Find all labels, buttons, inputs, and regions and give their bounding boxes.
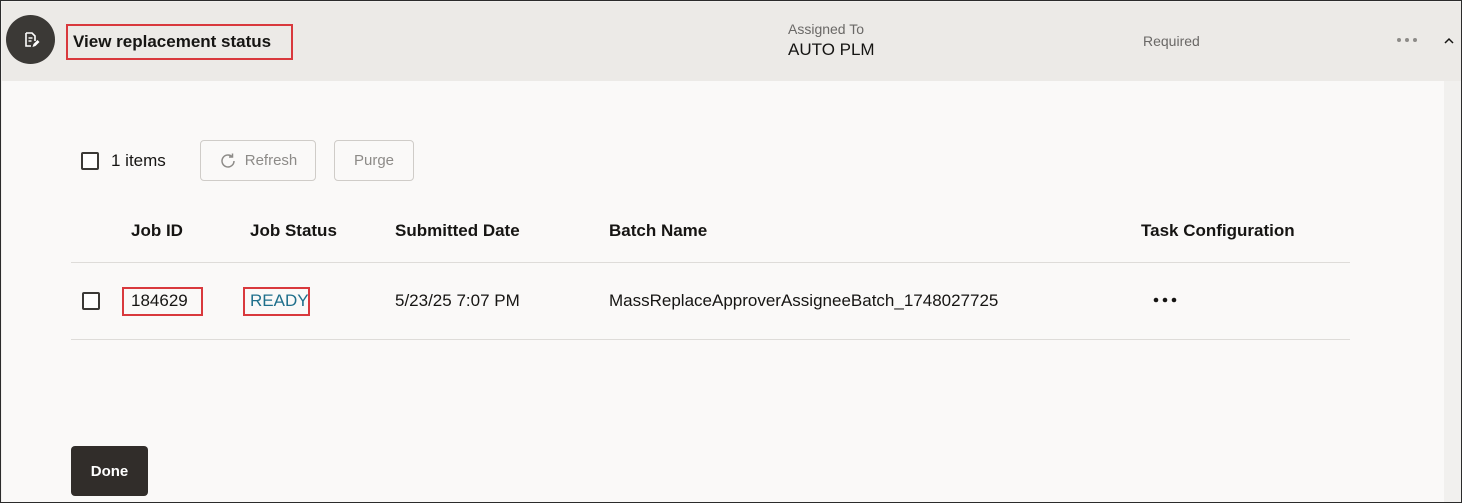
task-title-highlight: View replacement status (66, 24, 293, 60)
column-header-task-configuration[interactable]: Task Configuration (1141, 221, 1295, 241)
row-divider (71, 339, 1350, 340)
purge-label: Purge (353, 152, 395, 169)
assigned-to: Assigned To AUTO PLM (788, 20, 875, 61)
task-configuration-more-icon[interactable] (1151, 290, 1179, 310)
column-header-job-id[interactable]: Job ID (131, 221, 183, 241)
batch-name-cell: MassReplaceApproverAssigneeBatch_1748027… (609, 291, 999, 310)
submitted-date-cell: 5/23/25 7:07 PM (395, 291, 520, 310)
row-checkbox[interactable] (82, 292, 100, 310)
refresh-button[interactable]: Refresh (200, 140, 316, 181)
refresh-icon (221, 153, 235, 168)
select-all-checkbox[interactable] (81, 151, 99, 170)
task-title: View replacement status (73, 32, 272, 51)
more-actions-icon[interactable] (1392, 29, 1422, 51)
job-status-link[interactable]: READY (250, 291, 309, 311)
chevron-up-icon[interactable] (1442, 32, 1456, 48)
vertical-scrollbar[interactable] (1444, 81, 1461, 502)
assigned-to-label: Assigned To (788, 21, 865, 37)
required-label: Required (1143, 33, 1200, 49)
header-divider (71, 262, 1350, 263)
assigned-to-value: AUTO PLM (788, 40, 875, 59)
items-count: 1 items (111, 150, 166, 170)
column-header-job-status[interactable]: Job Status (250, 221, 337, 241)
table-toolbar: 1 items (81, 140, 166, 181)
refresh-label: Refresh (244, 152, 298, 169)
done-button[interactable]: Done (71, 446, 148, 496)
column-header-batch-name[interactable]: Batch Name (609, 221, 707, 241)
task-header: View replacement status Assigned To AUTO… (2, 2, 1461, 81)
job-id-cell: 184629 (131, 291, 188, 310)
column-header-submitted-date[interactable]: Submitted Date (395, 221, 520, 241)
purge-button[interactable]: Purge (334, 140, 414, 181)
task-edit-icon[interactable] (6, 15, 55, 64)
task-window: View replacement status Assigned To AUTO… (0, 0, 1462, 503)
